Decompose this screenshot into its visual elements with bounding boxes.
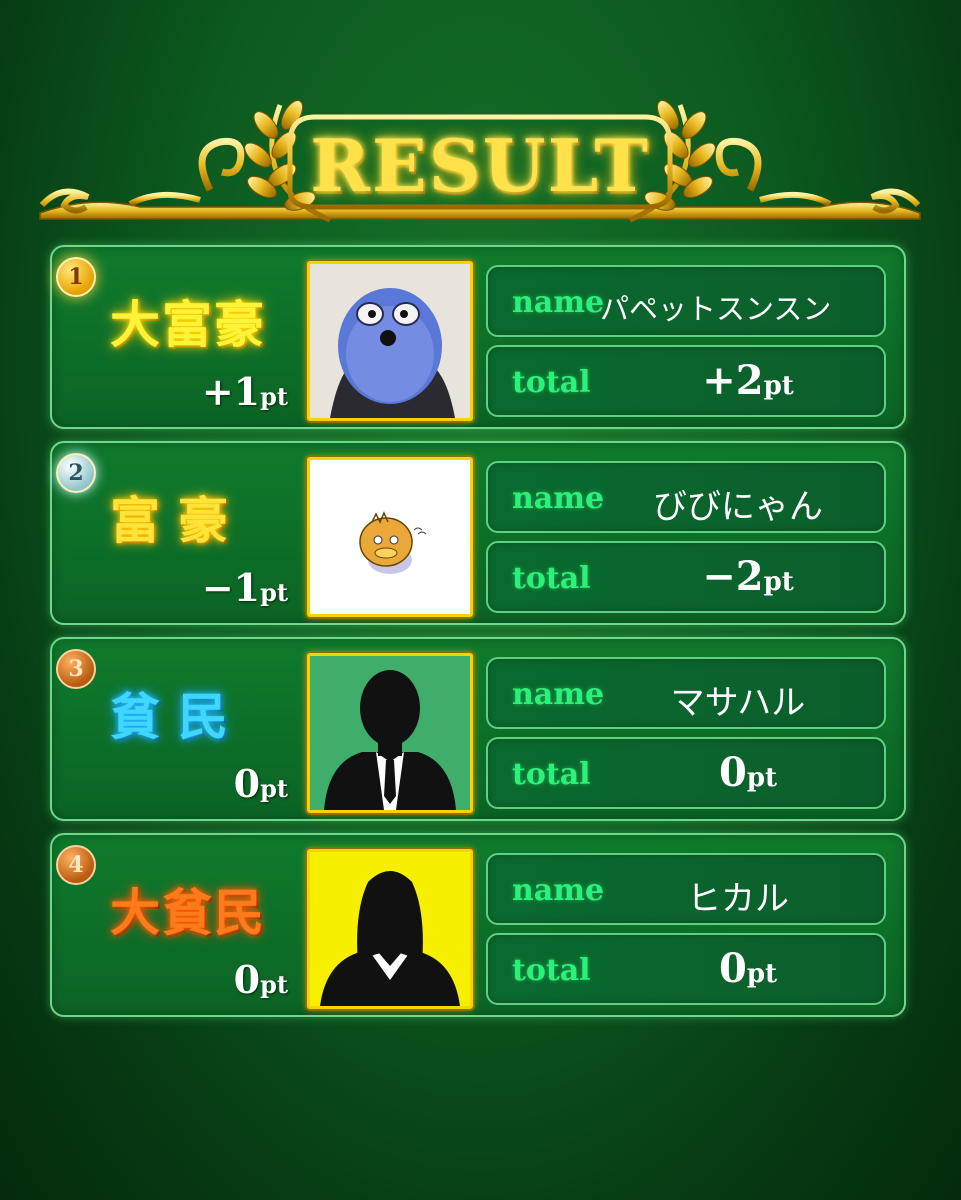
total-field: total −2pt (486, 541, 886, 613)
male-silhouette-icon (310, 656, 470, 810)
female-silhouette-icon (310, 852, 470, 1006)
name-label: name (512, 677, 605, 712)
avatar (307, 653, 473, 813)
blue-puppet-icon (310, 264, 470, 418)
name-field: name パペットスンスン (486, 265, 886, 337)
name-field: name びびにゃん (486, 461, 886, 533)
player-name: マサハル (670, 683, 806, 723)
round-points: +1pt (201, 369, 288, 414)
player-name: パペットスンスン (600, 292, 832, 326)
player-row-4: 4 大貧民 0pt name ヒカル total 0pt (50, 833, 906, 1017)
rank-title: 貧民 (110, 687, 246, 746)
player-name: びびにゃん (653, 487, 823, 527)
total-field: total 0pt (486, 737, 886, 809)
round-points: −1pt (201, 565, 288, 610)
total-label: total (512, 365, 591, 400)
rank-medal-icon: 1 (56, 257, 96, 297)
avatar (307, 457, 473, 617)
round-points: 0pt (233, 761, 288, 806)
rank-medal-icon: 4 (56, 845, 96, 885)
total-field: total 0pt (486, 933, 886, 1005)
total-points: −2pt (702, 553, 794, 600)
avatar (307, 261, 473, 421)
result-title: RESULT (310, 123, 650, 208)
total-points: 0pt (718, 749, 778, 796)
result-banner: RESULT (30, 95, 930, 235)
duck-character-icon (310, 460, 470, 614)
player-row-1: 1 大富豪 +1pt name パペットスンスン total +2pt (50, 245, 906, 429)
name-label: name (512, 481, 605, 516)
rank-title: 大富豪 (110, 295, 266, 354)
round-points: 0pt (233, 957, 288, 1002)
rank-medal-icon: 2 (56, 453, 96, 493)
name-field: name マサハル (486, 657, 886, 729)
rank-title: 大貧民 (110, 883, 266, 942)
rank-medal-icon: 3 (56, 649, 96, 689)
total-points: 0pt (718, 945, 778, 992)
player-row-2: 2 富豪 −1pt name びびにゃん total −2pt (50, 441, 906, 625)
avatar (307, 849, 473, 1009)
total-label: total (512, 953, 591, 988)
player-name: ヒカル (687, 879, 789, 919)
total-field: total +2pt (486, 345, 886, 417)
total-label: total (512, 757, 591, 792)
name-label: name (512, 873, 605, 908)
total-points: +2pt (702, 357, 794, 404)
name-field: name ヒカル (486, 853, 886, 925)
player-row-3: 3 貧民 0pt name マサハル total 0pt (50, 637, 906, 821)
total-label: total (512, 561, 591, 596)
rank-title: 富豪 (110, 491, 246, 550)
name-label: name (512, 285, 605, 320)
